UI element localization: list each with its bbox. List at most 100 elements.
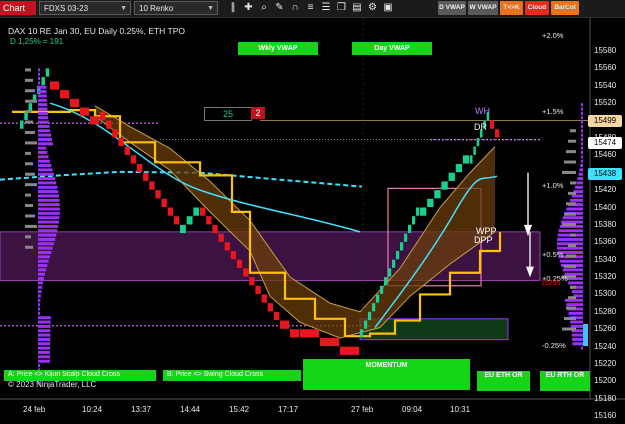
- left-tpo-profile: [38, 281, 44, 285]
- right-tpo-profile: [571, 194, 583, 198]
- left-tpo-profile: [38, 216, 60, 220]
- left-tpo-profile: [38, 242, 54, 246]
- right-tpo-profile: [581, 150, 583, 154]
- renko-brick-bull: [368, 311, 372, 321]
- left-tpo-profile: [38, 290, 42, 294]
- instrument-value: FDXS 03-23: [44, 4, 89, 13]
- price-axis-label: 15160: [594, 411, 617, 421]
- chart-area[interactable]: DAX 10 RE Jan 30, EU Daily 0.25%, ETH TP…: [0, 18, 625, 421]
- crosshair-icon[interactable]: ✚: [243, 1, 255, 15]
- left-tpo-profile: [38, 72, 40, 76]
- right-tpo-profile: [581, 120, 583, 124]
- right-tpo-profile: [566, 207, 583, 211]
- weekly-vwap-button[interactable]: Wkly VWAP: [238, 42, 318, 55]
- price-axis-label: 15580: [594, 46, 617, 55]
- left-tpo-profile: [38, 272, 45, 276]
- toolbar-button-w-vwap[interactable]: W VWAP: [468, 1, 498, 15]
- left-tpo-profile: [38, 303, 40, 307]
- bar-style-icon[interactable]: ∥: [227, 1, 239, 15]
- renko-brick-bull: [20, 120, 24, 129]
- left-tpo-profile: [38, 359, 51, 363]
- right-tpo-profile: [571, 333, 583, 337]
- renko-brick-bear: [300, 329, 320, 338]
- right-tpo-profile: [562, 216, 583, 220]
- right-volume-bar: [570, 233, 576, 237]
- left-tpo-profile: [38, 98, 47, 102]
- right-volume-bar: [564, 317, 576, 321]
- strategies-icon[interactable]: ☰: [320, 1, 332, 15]
- day-vwap-button[interactable]: Day VWAP: [352, 42, 432, 55]
- percent-level-label: +0.5%: [542, 250, 564, 260]
- right-volume-bar: [570, 181, 576, 185]
- price-axis-label: 15200: [594, 376, 617, 386]
- left-tpo-profile: [38, 337, 51, 341]
- price-axis-label: 15340: [594, 254, 617, 264]
- left-volume-bar: [25, 78, 33, 82]
- template-icon[interactable]: ▤: [351, 1, 363, 15]
- pencil-icon[interactable]: ✎: [274, 1, 286, 15]
- chart-tab[interactable]: Chart: [0, 1, 36, 15]
- left-tpo-profile: [38, 307, 40, 311]
- right-tpo-profile: [568, 311, 583, 315]
- low-price-label: 15285: [541, 280, 561, 287]
- chevron-down-icon: ▼: [207, 5, 214, 12]
- price-axis-label: 15300: [594, 289, 617, 299]
- price-axis-label: 15460: [594, 150, 617, 160]
- right-volume-bar: [566, 254, 576, 258]
- left-tpo-profile: [38, 159, 50, 163]
- renko-brick-bull: [473, 146, 476, 155]
- price-axis-label: 15260: [594, 324, 617, 334]
- time-axis-label: 09:04: [402, 405, 423, 414]
- copy-icon[interactable]: ❒: [336, 1, 348, 15]
- left-tpo-profile: [38, 94, 47, 98]
- right-tpo-profile: [572, 337, 583, 341]
- instrument-selector[interactable]: FDXS 03-23 ▼: [39, 1, 131, 15]
- right-tpo-profile: [557, 246, 583, 250]
- renko-brick-bear: [490, 120, 495, 129]
- indicators-icon[interactable]: ≡: [305, 1, 317, 15]
- left-tpo-profile: [38, 137, 52, 141]
- right-tpo-profile: [581, 116, 583, 120]
- renko-brick-bear: [143, 172, 149, 181]
- price-axis-label: 15320: [594, 272, 617, 282]
- properties-icon[interactable]: ⚙: [367, 1, 379, 15]
- bar-type-selector[interactable]: 10 Renko ▼: [134, 1, 218, 15]
- toolbar-button-barcol[interactable]: BarCol: [551, 1, 579, 15]
- renko-brick-bull: [427, 198, 434, 208]
- right-tpo-profile: [566, 303, 583, 307]
- toolbar-button-cloud[interactable]: Cloud: [525, 1, 549, 15]
- left-tpo-profile: [38, 233, 57, 237]
- right-tpo-profile: [581, 146, 583, 150]
- left-tpo-profile: [38, 346, 51, 350]
- left-tpo-profile: [38, 255, 50, 259]
- time-axis-label: 17:17: [278, 405, 299, 414]
- weekly-high-label: WH: [475, 106, 490, 116]
- eu-eth-or-button[interactable]: EU ETH OR: [477, 371, 530, 391]
- left-tpo-profile: [38, 224, 59, 228]
- magnet-icon[interactable]: ∩: [289, 1, 301, 15]
- left-tpo-profile: [38, 364, 40, 368]
- right-volume-bar: [568, 191, 576, 195]
- toolbar-button-d-vwap[interactable]: D VWAP: [438, 1, 466, 15]
- momentum-button[interactable]: MOMENTUM: [303, 359, 470, 390]
- right-tpo-profile: [564, 298, 583, 302]
- price-axis-label: 15180: [594, 393, 617, 403]
- renko-brick-bull: [384, 277, 388, 286]
- left-tpo-profile: [38, 329, 51, 333]
- price-axis-label: 15240: [594, 341, 617, 351]
- renko-brick-bear: [267, 303, 274, 312]
- left-volume-bar: [25, 183, 37, 187]
- left-tpo-profile: [38, 350, 51, 354]
- signal-b-button[interactable]: B: Price <> Swing Cloud Cross: [163, 370, 301, 381]
- right-tpo-profile: [578, 172, 583, 176]
- renko-brick-bull: [376, 294, 380, 303]
- toolbar-button-t-k[interactable]: T<>K: [500, 1, 523, 15]
- time-axis-label: 10:24: [82, 405, 103, 414]
- chart-trader-icon[interactable]: ▣: [382, 1, 394, 15]
- zoom-icon[interactable]: ⌕: [258, 1, 270, 15]
- right-tpo-profile: [581, 155, 583, 159]
- signal-b-label: B: Price <> Swing Cloud Cross: [167, 371, 264, 378]
- renko-brick-bear: [280, 320, 290, 329]
- eu-rth-or-button[interactable]: EU RTH OR: [540, 371, 590, 391]
- right-volume-bar: [570, 285, 576, 289]
